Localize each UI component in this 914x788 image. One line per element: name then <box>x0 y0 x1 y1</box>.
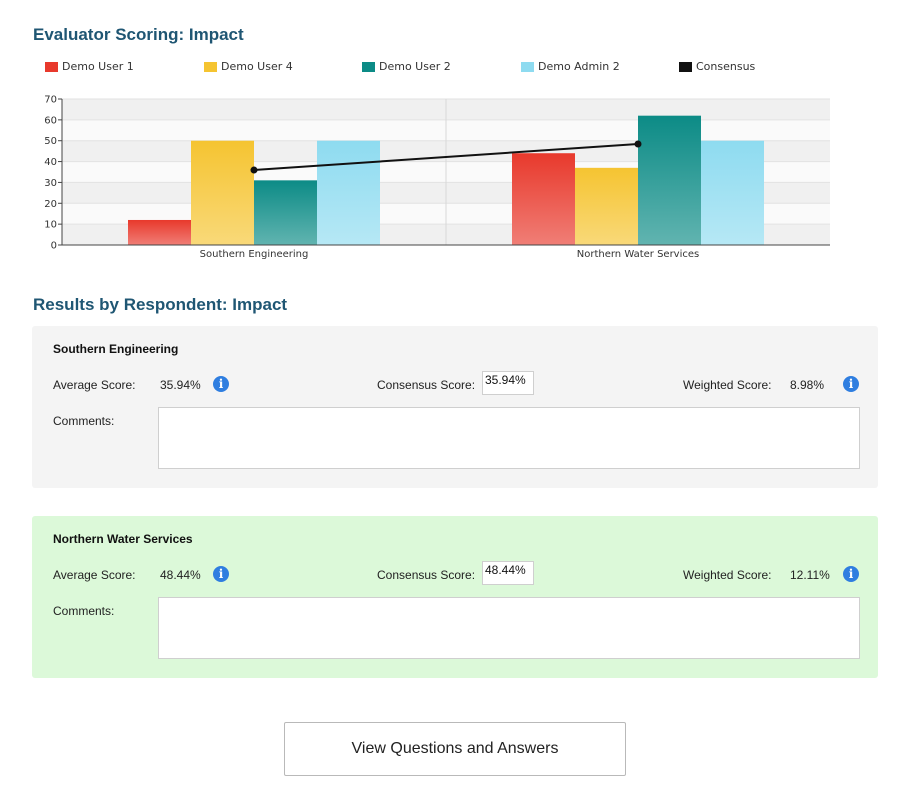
weighted-score-value: 12.11% <box>790 568 830 582</box>
comments-box[interactable] <box>158 597 860 659</box>
legend-swatch <box>45 61 58 72</box>
comments-box[interactable] <box>158 407 860 469</box>
legend-swatch <box>521 61 534 72</box>
consensus-score-field[interactable]: 48.44% <box>482 561 534 585</box>
y-tick-label: 10 <box>44 220 57 231</box>
legend-label: Demo User 1 <box>62 60 134 73</box>
y-tick-label: 50 <box>44 136 57 147</box>
average-score-label: Average Score: <box>53 378 136 392</box>
x-tick-label: Northern Water Services <box>577 249 699 260</box>
average-info-icon[interactable]: i <box>213 566 229 582</box>
respondent-name: Northern Water Services <box>53 532 193 546</box>
y-tick-label: 40 <box>44 157 57 168</box>
legend-label: Demo User 4 <box>221 60 293 73</box>
average-score-label: Average Score: <box>53 568 136 582</box>
results-title: Results by Respondent: Impact <box>33 295 288 314</box>
bar <box>512 153 575 245</box>
y-tick-label: 60 <box>44 115 57 126</box>
bar <box>701 140 764 245</box>
legend-swatch <box>204 61 217 72</box>
bar <box>638 115 701 245</box>
y-tick-label: 30 <box>44 178 57 189</box>
weighted-info-icon[interactable]: i <box>843 566 859 582</box>
legend-item-demo-user-2[interactable]: Demo User 2 <box>362 60 451 73</box>
bar <box>575 167 638 245</box>
legend-item-demo-user-4[interactable]: Demo User 4 <box>204 60 293 73</box>
respondent-name: Southern Engineering <box>53 342 179 356</box>
average-score-value: 35.94% <box>160 378 201 392</box>
average-score-value: 48.44% <box>160 568 201 582</box>
y-tick-label: 70 <box>44 95 57 106</box>
legend-swatch <box>679 61 692 72</box>
bar <box>191 140 254 245</box>
bar <box>317 140 380 245</box>
legend-swatch <box>362 61 375 72</box>
chart-title: Evaluator Scoring: Impact <box>33 25 244 44</box>
weighted-score-label: Weighted Score: <box>683 568 772 582</box>
comments-label: Comments: <box>53 414 115 428</box>
bar-chart: 0 10 20 30 40 50 60 70 Southern Engineering North… <box>44 95 830 260</box>
consensus-score-field[interactable]: 35.94% <box>482 371 534 395</box>
bar <box>254 180 317 245</box>
legend-label: Demo User 2 <box>379 60 451 73</box>
respondent-card-northern-water-services: Northern Water Services Average Score: 4… <box>32 516 878 678</box>
legend-item-demo-user-1[interactable]: Demo User 1 <box>45 60 134 73</box>
consensus-point <box>250 166 258 174</box>
legend-item-demo-admin-2[interactable]: Demo Admin 2 <box>521 60 620 73</box>
y-tick-label: 0 <box>51 241 57 252</box>
view-questions-button[interactable]: View Questions and Answers <box>284 722 626 776</box>
x-tick-label: Southern Engineering <box>200 249 309 260</box>
comments-label: Comments: <box>53 604 115 618</box>
legend-label: Demo Admin 2 <box>538 60 620 73</box>
weighted-score-value: 8.98% <box>790 378 825 392</box>
average-info-icon[interactable]: i <box>213 376 229 392</box>
consensus-score-label: Consensus Score: <box>377 568 476 582</box>
weighted-info-icon[interactable]: i <box>843 376 859 392</box>
legend-label: Consensus <box>696 60 756 73</box>
respondent-card-southern-engineering: Southern Engineering Average Score: 35.9… <box>32 326 878 488</box>
legend-item-consensus[interactable]: Consensus <box>679 60 755 73</box>
bar <box>128 219 191 245</box>
consensus-point <box>634 140 642 148</box>
weighted-score-label: Weighted Score: <box>683 378 772 392</box>
y-tick-label: 20 <box>44 199 57 210</box>
consensus-score-label: Consensus Score: <box>377 378 476 392</box>
